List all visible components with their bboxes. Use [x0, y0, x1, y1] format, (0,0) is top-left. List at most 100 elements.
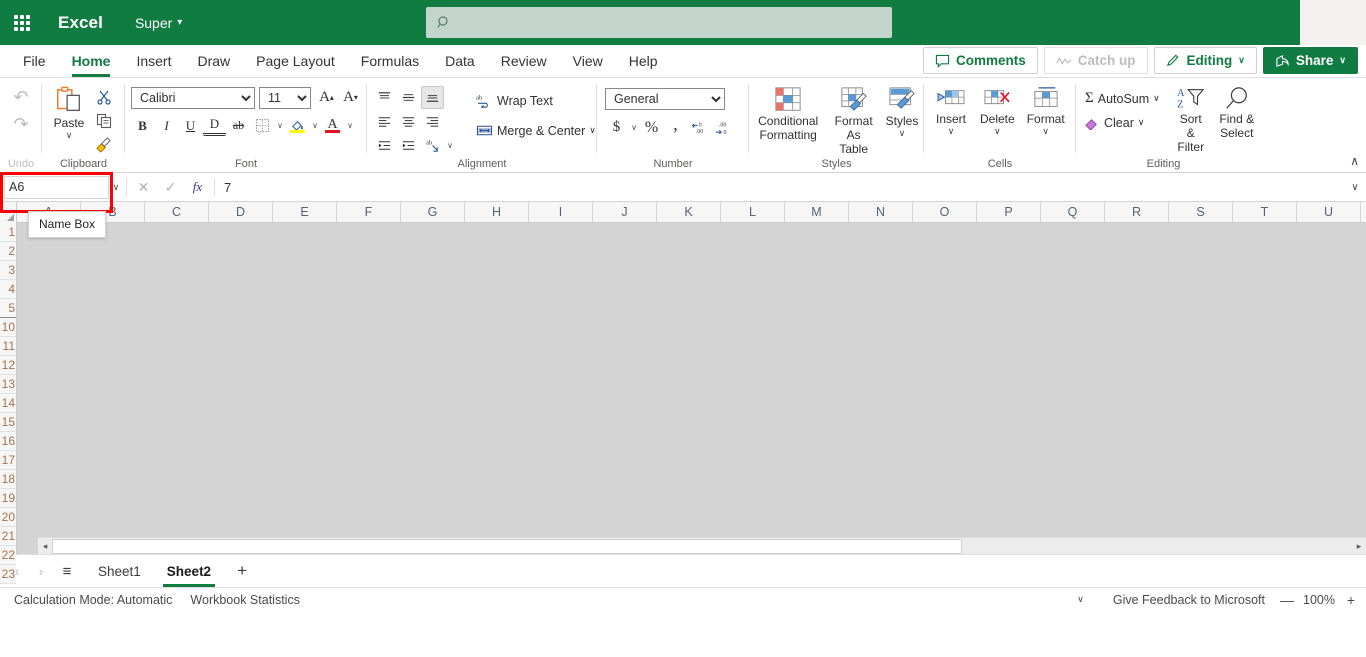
formula-input[interactable] — [218, 175, 1344, 199]
row-header-10[interactable]: 10 — [0, 318, 16, 337]
row-header-19[interactable]: 19 — [0, 489, 16, 508]
decrease-indent-button[interactable] — [373, 134, 396, 157]
horizontal-scrollbar[interactable]: ◂ ▸ — [38, 537, 1366, 554]
align-left-button[interactable] — [373, 110, 396, 133]
underline-button[interactable]: U — [179, 114, 202, 137]
row-header-4[interactable]: 4 — [0, 280, 16, 299]
row-header-21[interactable]: 21 — [0, 527, 16, 546]
double-underline-button[interactable]: D — [203, 115, 226, 136]
cancel-formula-button[interactable]: ✕ — [130, 176, 157, 199]
column-header-d[interactable]: D — [209, 202, 273, 222]
column-header-i[interactable]: I — [529, 202, 593, 222]
font-color-chevron-icon[interactable]: ∨ — [345, 121, 355, 130]
tab-page-layout[interactable]: Page Layout — [243, 46, 348, 77]
tab-data[interactable]: Data — [432, 46, 488, 77]
redo-arrow-icon[interactable]: ↷ — [10, 113, 33, 136]
tab-home[interactable]: Home — [59, 46, 124, 77]
share-button[interactable]: Share ∨ — [1262, 47, 1358, 74]
row-header-5[interactable]: 5 — [0, 299, 16, 318]
tab-view[interactable]: View — [560, 46, 616, 77]
grow-font-icon[interactable]: A ▴ — [315, 86, 338, 109]
tab-insert[interactable]: Insert — [123, 46, 184, 77]
format-as-table-button[interactable]: Format As Table — [825, 83, 882, 156]
column-header-l[interactable]: L — [721, 202, 785, 222]
currency-chevron-icon[interactable]: ∨ — [629, 123, 639, 132]
font-size-select[interactable]: 11 — [259, 86, 311, 109]
bold-button[interactable]: B — [131, 114, 154, 137]
workbook-statistics-button[interactable]: Workbook Statistics — [181, 593, 309, 607]
scroll-left-arrow[interactable]: ◂ — [38, 539, 52, 554]
currency-button[interactable]: $ — [605, 116, 628, 139]
row-header-22[interactable]: 22 — [0, 546, 16, 565]
strikethrough-button[interactable]: ab — [227, 114, 250, 137]
fill-color-chevron-icon[interactable]: ∨ — [310, 121, 320, 130]
tab-draw[interactable]: Draw — [184, 46, 243, 77]
font-color-button[interactable]: A — [321, 114, 344, 137]
horizontal-scroll-thumb[interactable] — [52, 538, 962, 554]
editing-mode-button[interactable]: Editing ∨ — [1153, 47, 1257, 74]
row-header-16[interactable]: 16 — [0, 432, 16, 451]
add-sheet-button[interactable]: + — [229, 559, 255, 583]
select-all-icon[interactable] — [0, 202, 17, 223]
borders-chevron-icon[interactable]: ∨ — [275, 121, 285, 130]
column-header-n[interactable]: N — [849, 202, 913, 222]
column-header-r[interactable]: R — [1105, 202, 1169, 222]
grid-cells-dimmed-overlay[interactable] — [17, 223, 1366, 554]
align-right-button[interactable] — [421, 110, 444, 133]
enter-formula-button[interactable]: ✓ — [157, 176, 184, 199]
collapse-ribbon-button[interactable]: ∧ — [1350, 154, 1359, 168]
expand-formula-bar-button[interactable]: ∨ — [1344, 182, 1366, 193]
status-bar-more-chevron-icon[interactable]: ∨ — [1059, 594, 1102, 605]
column-header-q[interactable]: Q — [1041, 202, 1105, 222]
name-box-chevron-icon[interactable]: ∨ — [109, 182, 123, 193]
column-header-p[interactable]: P — [977, 202, 1041, 222]
column-header-s[interactable]: S — [1169, 202, 1233, 222]
merge-center-button[interactable]: Merge & Center ∨ — [471, 119, 601, 142]
sheet-tab-sheet2[interactable]: Sheet2 — [155, 556, 223, 587]
fill-color-button[interactable] — [286, 114, 309, 137]
conditional-formatting-button[interactable]: Conditional Formatting — [751, 83, 825, 142]
align-bottom-button[interactable] — [421, 86, 444, 109]
row-header-11[interactable]: 11 — [0, 337, 16, 356]
format-cells-button[interactable]: Format ∨ — [1021, 83, 1071, 136]
column-header-c[interactable]: C — [145, 202, 209, 222]
align-center-button[interactable] — [397, 110, 420, 133]
column-header-u[interactable]: U — [1297, 202, 1361, 222]
horizontal-scroll-track[interactable] — [962, 539, 1352, 554]
row-header-12[interactable]: 12 — [0, 356, 16, 375]
zoom-level-label[interactable]: 100% — [1300, 593, 1338, 607]
insert-cells-button[interactable]: Insert ∨ — [928, 83, 974, 136]
column-header-g[interactable]: G — [401, 202, 465, 222]
number-format-select[interactable]: General — [605, 88, 725, 110]
column-header-f[interactable]: F — [337, 202, 401, 222]
zoom-out-button[interactable]: — — [1276, 590, 1298, 610]
tab-file[interactable]: File — [10, 46, 59, 77]
increase-indent-button[interactable] — [397, 134, 420, 157]
next-sheet-button[interactable]: › — [30, 559, 52, 583]
all-sheets-menu-button[interactable]: ≡ — [54, 559, 80, 583]
borders-button[interactable] — [251, 114, 274, 137]
row-header-20[interactable]: 20 — [0, 508, 16, 527]
row-header-1[interactable]: 1 — [0, 223, 16, 242]
find-select-button[interactable]: Find & Select — [1213, 83, 1261, 140]
column-header-h[interactable]: H — [465, 202, 529, 222]
zoom-in-button[interactable]: + — [1340, 590, 1362, 610]
orientation-chevron-icon[interactable]: ∨ — [445, 141, 455, 150]
row-header-18[interactable]: 18 — [0, 470, 16, 489]
italic-button[interactable]: I — [155, 114, 178, 137]
comma-style-button[interactable]: , — [664, 114, 687, 139]
increase-decimal-button[interactable]: .00 0 — [712, 116, 735, 139]
scroll-right-arrow[interactable]: ▸ — [1352, 539, 1366, 554]
cell-styles-button[interactable]: Styles ∨ — [882, 83, 922, 138]
sheet-tab-sheet1[interactable]: Sheet1 — [86, 556, 153, 587]
app-launcher-waffle-icon[interactable] — [0, 0, 44, 45]
document-name-menu[interactable]: Super ▾ — [135, 15, 182, 31]
tab-help[interactable]: Help — [616, 46, 671, 77]
tab-formulas[interactable]: Formulas — [348, 46, 432, 77]
orientation-button[interactable]: ab — [421, 134, 444, 157]
row-header-23[interactable]: 23 — [0, 565, 16, 584]
column-header-t[interactable]: T — [1233, 202, 1297, 222]
align-middle-button[interactable] — [397, 86, 420, 109]
wrap-text-button[interactable]: ab Wrap Text — [471, 89, 601, 112]
clear-button[interactable]: Clear ∨ — [1080, 111, 1165, 134]
